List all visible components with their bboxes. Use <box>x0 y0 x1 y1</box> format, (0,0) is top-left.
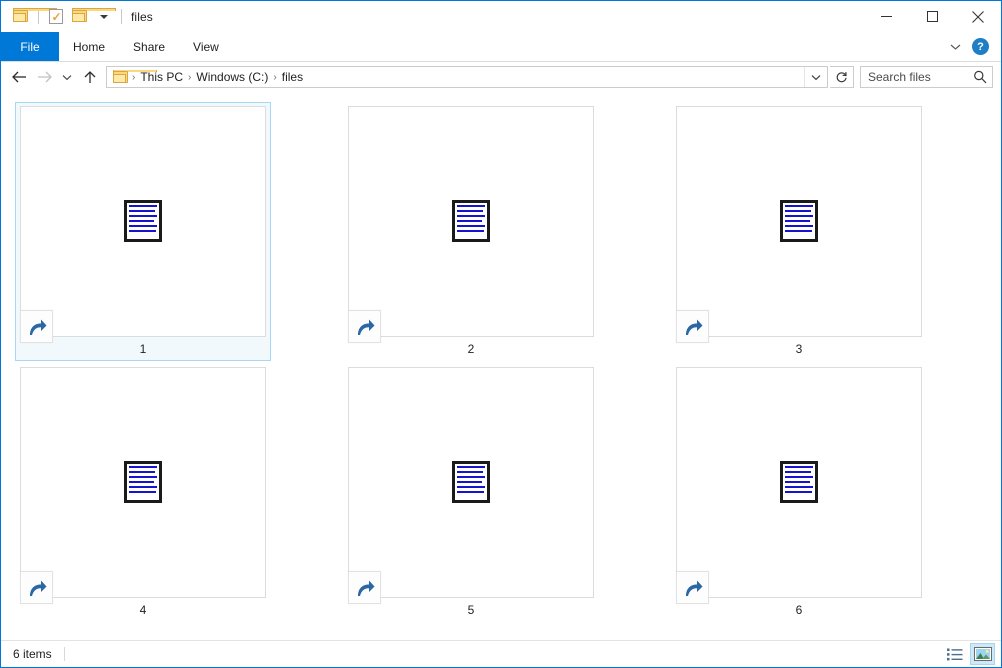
shortcut-arrow-icon <box>348 571 381 604</box>
address-dropdown-icon[interactable] <box>804 67 827 87</box>
ribbon-right-controls: ? <box>944 32 995 61</box>
title-bar: ✓ files <box>1 1 1001 32</box>
file-label: 5 <box>467 603 475 617</box>
file-grid: 1 2 3 4 5 6 <box>15 102 1001 624</box>
qat-separator-1 <box>38 9 39 24</box>
tab-file[interactable]: File <box>1 32 59 61</box>
status-bar: 6 items <box>1 640 1001 667</box>
file-item-1[interactable]: 1 <box>15 102 271 361</box>
breadcrumb-separator-0: › <box>132 71 136 83</box>
file-item-3[interactable]: 3 <box>671 102 927 361</box>
file-list-view[interactable]: 1 2 3 4 5 6 <box>1 92 1001 640</box>
details-view-button[interactable] <box>943 643 968 665</box>
tab-view[interactable]: View <box>179 32 233 61</box>
back-button[interactable] <box>7 65 32 89</box>
document-thumbnail-icon <box>452 460 490 503</box>
search-placeholder: Search files <box>868 70 931 84</box>
file-label: 6 <box>795 603 803 617</box>
search-input[interactable]: Search files <box>860 66 993 88</box>
file-thumbnail <box>20 106 266 343</box>
search-icon[interactable] <box>968 70 992 84</box>
window-title: files <box>131 9 153 24</box>
breadcrumb-windows-c[interactable]: Windows (C:) <box>192 70 272 84</box>
address-bar: › This PC › Windows (C:) › files Search … <box>1 62 1001 92</box>
file-label: 4 <box>139 603 147 617</box>
document-thumbnail-icon <box>780 460 818 503</box>
maximize-icon[interactable] <box>909 1 955 32</box>
address-path-box[interactable]: › This PC › Windows (C:) › files <box>106 66 828 88</box>
up-button[interactable] <box>77 65 102 89</box>
item-count: 6 items <box>13 647 52 661</box>
folder-icon[interactable] <box>9 5 57 28</box>
file-thumbnail <box>676 367 922 604</box>
file-label: 3 <box>795 342 803 356</box>
caret-glyph <box>99 14 108 19</box>
window-controls <box>863 1 1001 32</box>
document-thumbnail-icon <box>124 199 162 242</box>
document-thumbnail-icon <box>452 199 490 242</box>
file-item-2[interactable]: 2 <box>343 102 599 361</box>
tab-home[interactable]: Home <box>59 32 119 61</box>
view-mode-buttons <box>941 643 995 665</box>
quick-access-toolbar: ✓ files <box>1 1 153 32</box>
document-thumbnail-icon <box>780 199 818 242</box>
file-thumbnail <box>348 367 594 604</box>
recent-locations-chevron-icon[interactable] <box>57 65 77 89</box>
shortcut-arrow-icon <box>20 571 53 604</box>
file-label: 1 <box>139 342 147 356</box>
ribbon-tabs: File Home Share View ? <box>1 32 1001 62</box>
file-item-5[interactable]: 5 <box>343 363 599 622</box>
refresh-icon[interactable] <box>830 66 854 88</box>
file-thumbnail <box>676 106 922 343</box>
breadcrumb: › This PC › Windows (C:) › files <box>107 70 804 84</box>
file-item-6[interactable]: 6 <box>671 363 927 622</box>
shortcut-arrow-icon <box>20 310 53 343</box>
large-icons-view-button[interactable] <box>970 643 995 665</box>
file-thumbnail <box>20 367 266 604</box>
breadcrumb-separator-2: › <box>273 71 277 83</box>
folder-glyph <box>12 8 57 23</box>
shortcut-arrow-icon <box>348 310 381 343</box>
breadcrumb-files[interactable]: files <box>278 70 307 84</box>
forward-button <box>32 65 57 89</box>
file-item-4[interactable]: 4 <box>15 363 271 622</box>
document-thumbnail-icon <box>124 460 162 503</box>
tab-share[interactable]: Share <box>119 32 179 61</box>
shortcut-arrow-icon <box>676 310 709 343</box>
shortcut-arrow-icon <box>676 571 709 604</box>
new-folder-icon[interactable] <box>68 5 116 28</box>
help-icon[interactable]: ? <box>972 38 989 55</box>
file-explorer-window: ✓ files File Home Share View ? › This PC… <box>0 0 1002 668</box>
status-divider <box>63 647 65 661</box>
breadcrumb-this-pc[interactable]: This PC <box>136 70 187 84</box>
qat-separator-2 <box>121 9 122 24</box>
file-label: 2 <box>467 342 475 356</box>
minimize-icon[interactable] <box>863 1 909 32</box>
chevron-down-icon[interactable] <box>944 36 966 58</box>
close-icon[interactable] <box>955 1 1001 32</box>
breadcrumb-folder-icon <box>113 70 157 84</box>
new-folder-glyph <box>71 8 116 23</box>
properties-glyph: ✓ <box>48 9 63 24</box>
breadcrumb-separator-1: › <box>188 71 192 83</box>
file-thumbnail <box>348 106 594 343</box>
